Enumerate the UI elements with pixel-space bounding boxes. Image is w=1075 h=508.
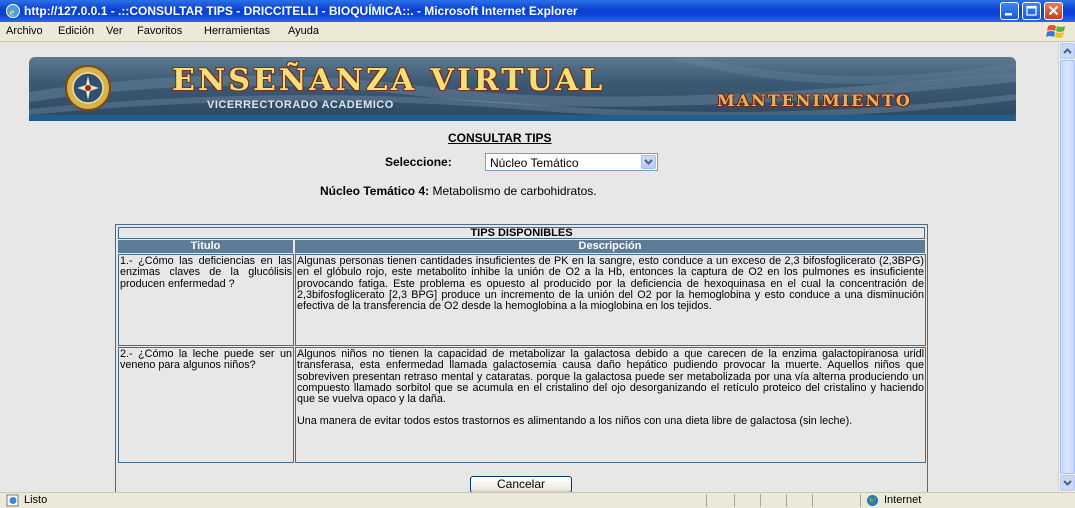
scroll-up-button[interactable] [1060,43,1075,59]
maximize-button[interactable] [1022,2,1041,20]
status-divider [760,494,761,507]
select-label: Seleccione: [385,155,452,169]
scroll-down-button[interactable] [1060,475,1075,491]
table-cell-title: 1.- ¿Cómo las deficiencias en las enzima… [118,254,294,346]
minimize-icon [1005,13,1012,16]
column-header-titulo: Titulo [118,240,293,253]
tips-table-header: TIPS DISPONIBLES [118,227,925,239]
menu-favoritos[interactable]: Favoritos [137,25,182,37]
scroll-thumb[interactable] [1060,60,1075,474]
chevron-down-icon [1063,480,1072,486]
window-title-bar[interactable]: e http://127.0.0.1 - .::CONSULTAR TIPS -… [0,0,1075,22]
maximize-icon [1026,5,1037,16]
nucleo-info: Núcleo Temático 4: Metabolismo de carboh… [320,184,597,198]
tip-description: Algunas personas tienen cantidades insuf… [297,255,924,313]
close-icon [1048,5,1059,16]
status-divider [812,494,813,507]
svg-text:e: e [10,7,15,19]
status-divider [786,494,787,507]
nucleo-select[interactable]: Núcleo Temático [485,153,658,171]
banner-title: ENSEÑANZA VIRTUAL [172,63,606,98]
status-divider [706,494,707,507]
menu-edicion[interactable]: Edición [58,25,94,37]
page-viewport: ENSEÑANZA VIRTUAL VICERRECTORADO ACADEMI… [0,42,1058,492]
menu-bar: Archivo Edición Ver Favoritos Herramient… [0,22,1075,42]
menu-herramientas[interactable]: Herramientas [204,25,270,37]
menu-ver[interactable]: Ver [106,25,123,37]
page-done-icon [6,494,19,507]
cancel-button[interactable]: Cancelar [470,476,572,492]
table-cell-description: Algunas personas tienen cantidades insuf… [295,254,926,346]
university-emblem-icon [65,65,111,111]
dropdown-arrow-icon [644,159,653,165]
banner-section: MANTENIMIENTO [717,91,912,110]
menu-ayuda[interactable]: Ayuda [288,25,319,37]
status-divider [734,494,735,507]
page-title: CONSULTAR TIPS [448,131,552,145]
window-title: http://127.0.0.1 - .::CONSULTAR TIPS - D… [24,4,578,18]
vertical-scrollbar[interactable] [1058,42,1075,492]
menu-archivo[interactable]: Archivo [6,25,43,37]
status-divider [860,494,861,507]
ie-icon: e [6,4,20,19]
site-banner: ENSEÑANZA VIRTUAL VICERRECTORADO ACADEMI… [29,57,1016,119]
nucleo-label: Núcleo Temático 4: [320,184,430,198]
select-value: Núcleo Temático [490,156,579,170]
nucleo-value: Metabolismo de carbohidratos. [432,184,597,198]
status-bar: Listo Internet [0,492,1075,508]
close-button[interactable] [1044,2,1063,20]
windows-logo-icon [1046,25,1065,38]
status-text: Listo [24,494,48,506]
table-cell-title: 2.- ¿Cómo la leche puede ser un veneno p… [118,347,294,463]
tip-title: 1.- ¿Cómo las deficiencias en las enzima… [120,255,292,290]
chevron-up-icon [1063,48,1072,54]
table-cell-description: Algunos niños no tienen la capacidad de … [295,347,926,463]
minimize-button[interactable] [1000,2,1019,20]
tip-description: Algunos niños no tienen la capacidad de … [297,348,924,406]
select-dropdown-button[interactable] [641,155,656,169]
internet-globe-icon [867,495,878,506]
tip-description-note: Una manera de evitar todos estos trastor… [297,415,853,428]
column-header-descripcion: Descripción [295,240,925,253]
tips-table: TIPS DISPONIBLES Titulo Descripción 1.- … [115,224,928,492]
banner-rule [29,115,1016,121]
security-zone: Internet [884,494,922,506]
tip-title: 2.- ¿Cómo la leche puede ser un veneno p… [120,348,292,372]
banner-subtitle: VICERRECTORADO ACADEMICO [207,99,394,111]
